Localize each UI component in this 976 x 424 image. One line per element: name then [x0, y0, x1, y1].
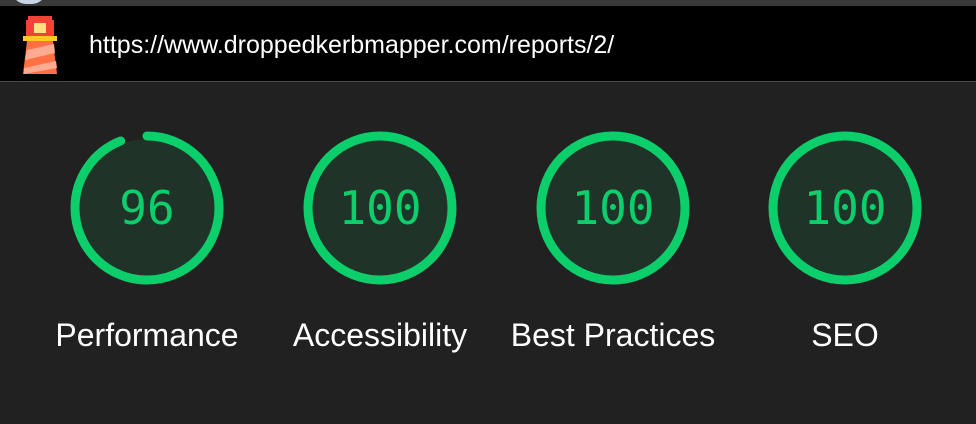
best-practices-gauge[interactable]: 100 — [535, 130, 691, 286]
accessibility-label: Accessibility — [292, 317, 468, 353]
seo-gauge[interactable]: 100 — [767, 130, 923, 286]
report-url-bar: https://www.droppedkerbmapper.com/report… — [0, 6, 976, 82]
lighthouse-icon — [20, 16, 60, 74]
performance-gauge[interactable]: 96 — [69, 130, 225, 286]
performance-label: Performance — [55, 317, 239, 353]
report-url[interactable]: https://www.droppedkerbmapper.com/report… — [89, 30, 614, 60]
tab-corner — [12, 0, 46, 4]
accessibility-gauge[interactable]: 100 — [302, 130, 458, 286]
best-practices-label: Best Practices — [510, 317, 716, 353]
score-gauges: 96 Performance 100 Accessibility 100 Bes… — [0, 82, 976, 424]
seo-score: 100 — [803, 181, 887, 235]
seo-label: SEO — [811, 317, 879, 353]
performance-score: 96 — [119, 181, 175, 235]
best-practices-score: 100 — [571, 181, 655, 235]
accessibility-score: 100 — [338, 181, 422, 235]
